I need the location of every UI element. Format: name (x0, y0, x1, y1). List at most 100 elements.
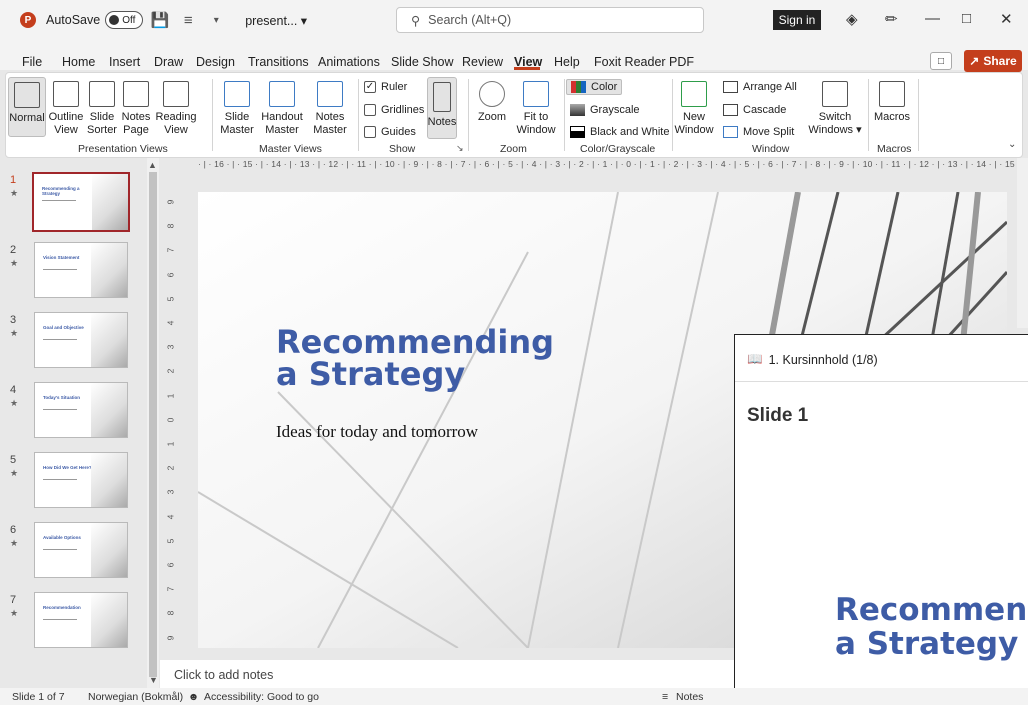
thumbnail-title: Recommendation (43, 605, 81, 610)
menu-slide-show[interactable]: Slide Show (391, 55, 454, 69)
slide-thumbnail[interactable]: Recommending a Strategy (32, 172, 130, 232)
menu-home[interactable]: Home (62, 55, 95, 69)
move-split-button[interactable]: Move Split (723, 126, 794, 138)
slide-thumbnail[interactable]: Available Options (34, 522, 128, 578)
qat-dropdown-icon[interactable]: ▾ (205, 9, 227, 31)
thumbnail-number: 2 (10, 244, 17, 256)
ribbon-separator (868, 79, 869, 151)
fit-to-window-button[interactable]: Fit to Window (512, 81, 560, 137)
cascade-button[interactable]: Cascade (723, 104, 786, 116)
thumbnail-number: 4 (10, 384, 17, 396)
share-button[interactable]: ↗ Share (964, 50, 1022, 72)
notes-master-button[interactable]: Notes Master (308, 81, 352, 137)
zoom-button[interactable]: Zoom (474, 81, 510, 124)
customize-qat-icon[interactable]: ≡ (177, 9, 199, 31)
normal-view-icon (14, 82, 40, 108)
fit-window-icon (523, 81, 549, 107)
pen-icon[interactable]: ✏ (885, 10, 898, 28)
ruler-tick-label: 8 (165, 223, 176, 229)
grayscale-swatch-icon (570, 104, 585, 116)
menu-file[interactable]: File (22, 55, 42, 69)
ruler-tick-label: 5 (165, 296, 176, 302)
ruler-tick-label: 0 (165, 417, 176, 423)
notes-placeholder[interactable]: Click to add notes (174, 668, 273, 682)
diamond-icon[interactable]: ◈ (846, 10, 858, 28)
notes-status-button[interactable]: Notes (676, 691, 703, 703)
menu-animations[interactable]: Animations (318, 55, 380, 69)
ruler-tick-label: 5 (165, 538, 176, 544)
scroll-down-icon[interactable]: ▼ (149, 675, 158, 685)
menu-insert[interactable]: Insert (109, 55, 140, 69)
language-indicator[interactable]: Norwegian (Bokmål) (88, 691, 183, 703)
notes-master-icon (317, 81, 343, 107)
bw-swatch-icon (570, 126, 585, 138)
color-button[interactable]: Color (566, 79, 623, 95)
gridlines-checkbox[interactable]: Gridlines (364, 104, 424, 116)
guides-checkbox[interactable]: Guides (364, 126, 416, 138)
new-window-button[interactable]: New Window (674, 81, 714, 137)
thumbnail-scrollbar[interactable] (147, 158, 159, 688)
animation-star-icon: ★ (10, 538, 19, 548)
maximize-icon[interactable]: □ (962, 10, 971, 27)
slide-thumbnail[interactable]: Vision Statement (34, 242, 128, 298)
slide-thumbnail[interactable]: How Did We Get Here? (34, 452, 128, 508)
black-and-white-button[interactable]: Black and White (570, 126, 669, 138)
sign-in-button[interactable]: Sign in (773, 10, 821, 30)
slide-title[interactable]: Recommending a Strategy (276, 326, 554, 390)
arrange-all-button[interactable]: Arrange All (723, 81, 797, 93)
notes-status-icon: ≡ (662, 691, 669, 703)
dialog-launcher-icon[interactable]: ↘ (456, 143, 464, 154)
animation-star-icon: ★ (10, 188, 19, 198)
slide-thumbnail[interactable]: Today's Situation (34, 382, 128, 438)
slide-thumbnail[interactable]: Goal and Objective (34, 312, 128, 368)
notes-pane[interactable]: Click to add notes (160, 660, 740, 690)
macros-button[interactable]: Macros (872, 81, 912, 124)
slide-subtitle[interactable]: Ideas for today and tomorrow (276, 422, 478, 442)
grayscale-button[interactable]: Grayscale (570, 104, 640, 116)
thumbnail-number: 5 (10, 454, 17, 466)
panel-divider (735, 381, 1028, 382)
ruler-tick-label: 1 (165, 393, 176, 398)
search-icon: ⚲ (411, 13, 421, 28)
autosave-toggle[interactable]: Off (105, 11, 144, 29)
notes-page-button[interactable]: Notes Page (120, 81, 152, 137)
handout-master-button[interactable]: Handout Master (258, 81, 306, 137)
scroll-up-icon[interactable]: ▲ (148, 160, 157, 170)
color-swatch-icon (571, 81, 586, 93)
document-name[interactable]: present... ▾ (245, 13, 307, 28)
accessibility-status[interactable]: Accessibility: Good to go (204, 691, 319, 703)
slide-sorter-icon (89, 81, 115, 107)
notes-toggle-button[interactable]: Notes (427, 77, 457, 139)
menu-help[interactable]: Help (554, 55, 580, 69)
thumbnail-title: Today's Situation (43, 395, 80, 400)
slide-thumbnail[interactable]: Recommendation (34, 592, 128, 648)
ruler-tick-label: 6 (165, 562, 176, 568)
comments-icon[interactable]: □ (930, 52, 952, 70)
ruler-checkbox[interactable]: ✓ Ruler (364, 81, 407, 93)
collapse-ribbon-icon[interactable]: ⌄ (1008, 139, 1016, 150)
share-icon: ↗ (969, 54, 980, 68)
autosave-control[interactable]: AutoSave Off (46, 11, 144, 29)
menu-transitions[interactable]: Transitions (248, 55, 309, 69)
autosave-label: AutoSave (46, 13, 101, 27)
menu-foxit-reader-pdf[interactable]: Foxit Reader PDF (594, 55, 694, 69)
slide-master-button[interactable]: Slide Master (218, 81, 256, 137)
save-icon[interactable]: 💾 (149, 9, 171, 31)
outline-view-button[interactable]: Outline View (48, 81, 84, 137)
slide-scrollbar[interactable] (1017, 158, 1028, 328)
ruler-tick-label: 6 (165, 272, 176, 277)
panel-header[interactable]: 📖 1. Kursinnhold (1/8) (747, 352, 878, 367)
switch-windows-button[interactable]: Switch Windows ▾ (808, 81, 862, 137)
minimize-icon[interactable]: — (925, 10, 940, 27)
handout-master-icon (269, 81, 295, 107)
slide-sorter-button[interactable]: Slide Sorter (86, 81, 118, 137)
close-icon[interactable]: ✕ (1000, 10, 1013, 28)
menu-review[interactable]: Review (462, 55, 503, 69)
menu-draw[interactable]: Draw (154, 55, 183, 69)
reading-view-button[interactable]: Reading View (154, 81, 198, 137)
menu-design[interactable]: Design (196, 55, 235, 69)
animation-star-icon: ★ (10, 608, 19, 618)
ruler-tick-label: 9 (165, 635, 176, 640)
normal-view-button[interactable]: Normal (8, 77, 46, 137)
search-input[interactable]: ⚲ Search (Alt+Q) (396, 7, 704, 33)
